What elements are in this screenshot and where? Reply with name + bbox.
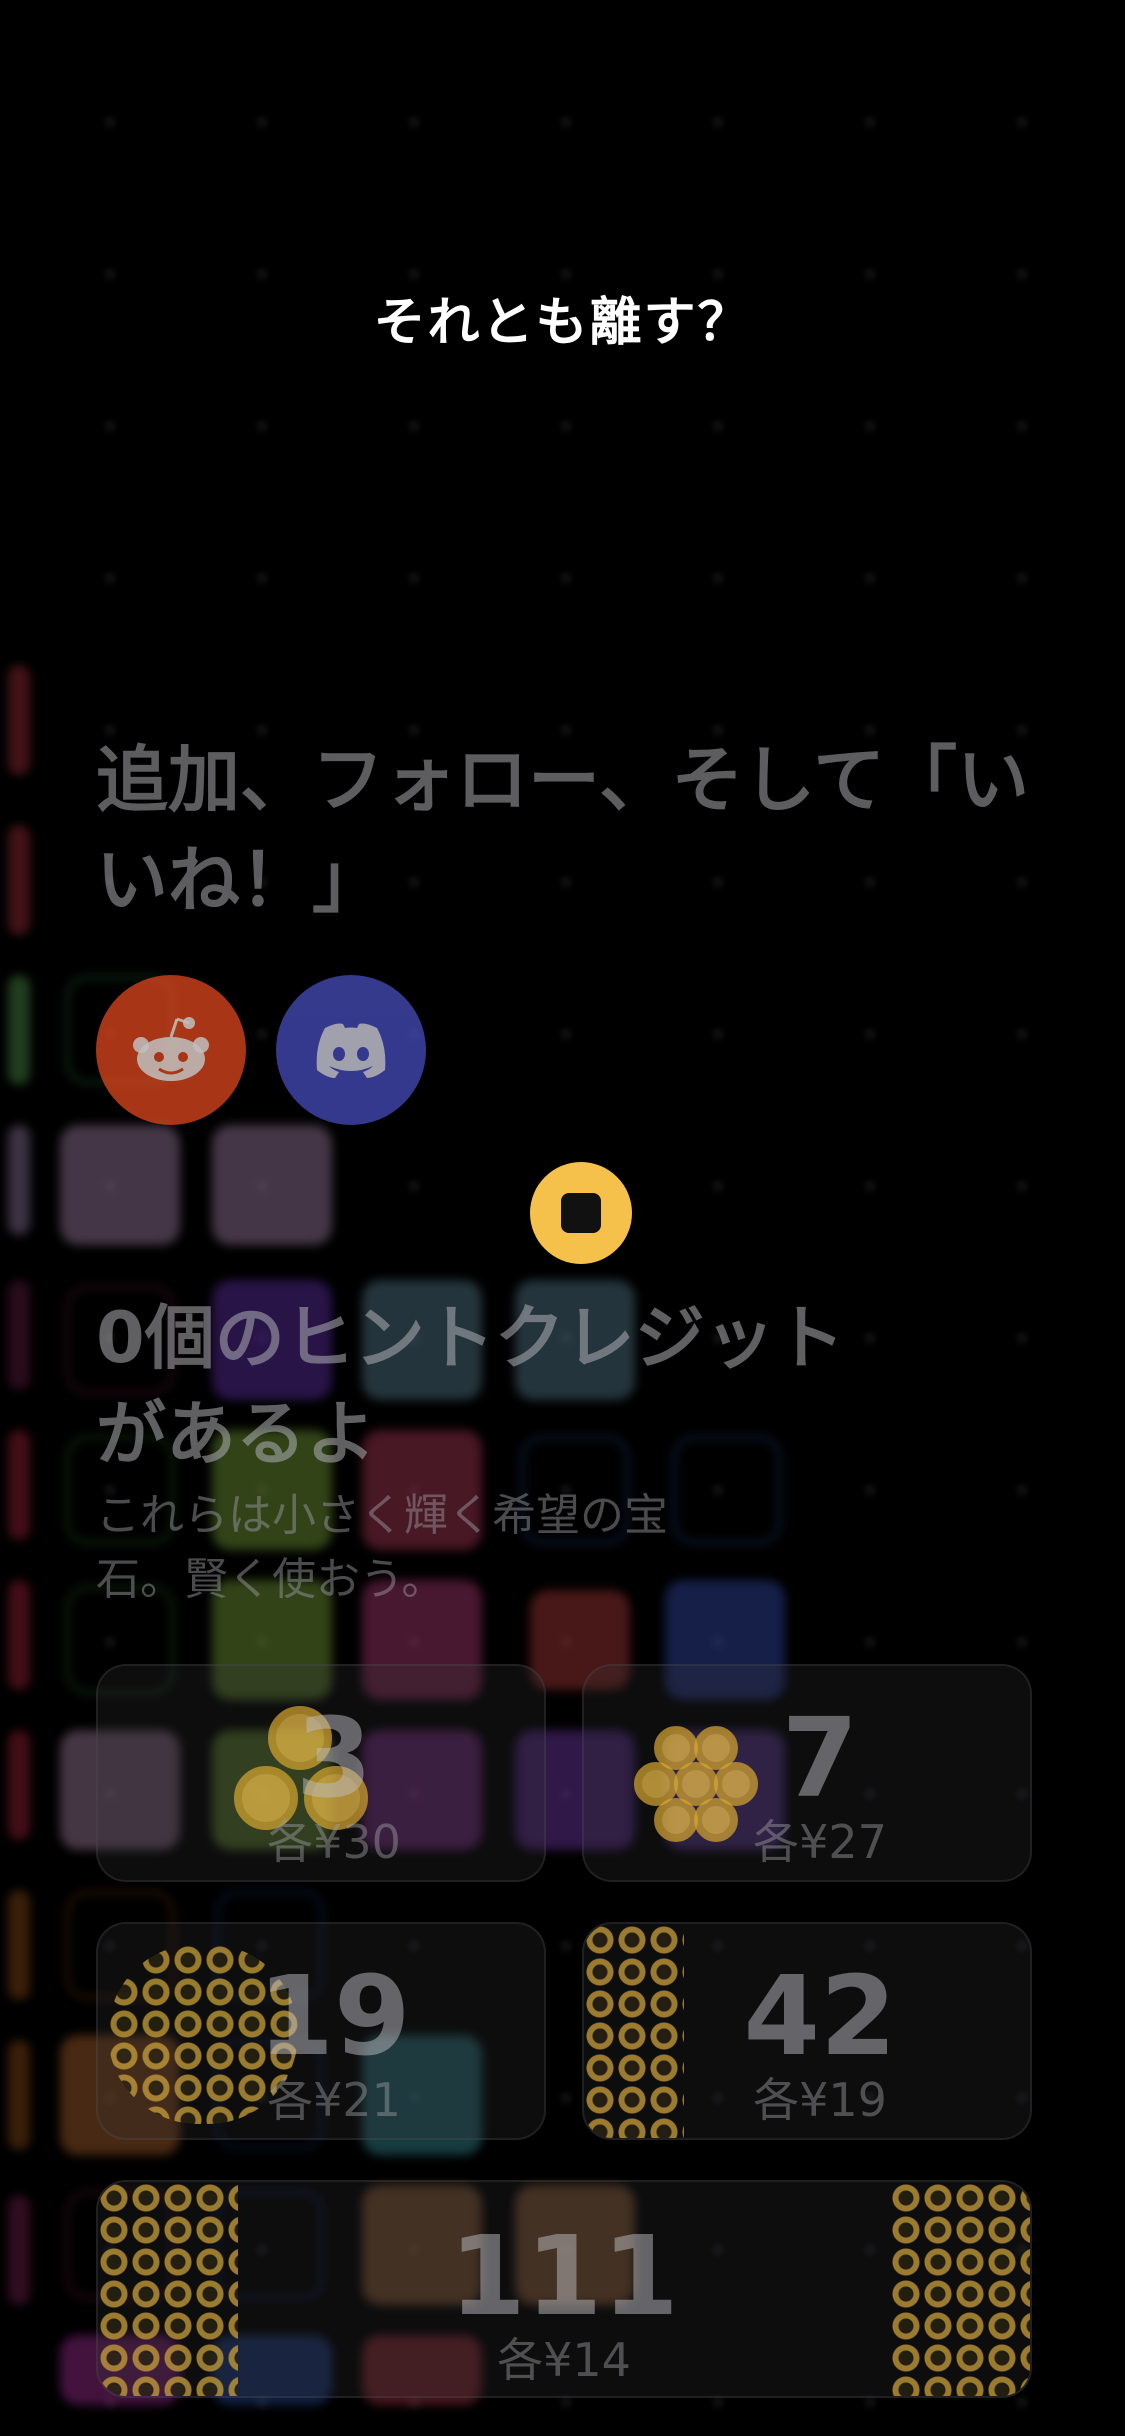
coins-icon [584,1924,684,2138]
discord-icon [316,1023,386,1078]
pack-count: 19 [257,1952,411,2080]
hint-pack-3[interactable]: 3 各¥30 [96,1664,546,1882]
hint-pack-7[interactable]: 7 各¥27 [582,1664,1032,1882]
pack-price: 各¥30 [267,1815,401,1869]
pack-count: 42 [743,1952,897,2080]
hints-description: これらは小さく輝く希望の宝石。賢く使おう。 [96,1490,668,1605]
prompt-title: それとも離す？ [373,293,752,353]
hint-pack-111[interactable]: 111 各¥14 [96,2180,1032,2398]
follow-heading: 追加、フォロー、そして「いいね！」 [96,738,1030,922]
hint-pack-19[interactable]: 19 各¥21 [96,1922,546,2140]
hint-pack-42[interactable]: 42 各¥19 [582,1922,1032,2140]
discord-button[interactable] [276,975,426,1125]
pack-count: 111 [449,2212,679,2340]
pack-price: 各¥21 [267,2073,401,2127]
hints-title: 0個のヒントクレジットがあるよ [96,1297,845,1475]
pack-price: 各¥14 [497,2333,631,2387]
coin-icon [530,1162,632,1264]
pack-count: 3 [295,1694,373,1822]
pack-count: 7 [781,1694,859,1822]
reddit-button[interactable] [96,975,246,1125]
reddit-icon [133,1017,209,1081]
pack-price: 各¥27 [753,1815,887,1869]
pack-price: 各¥19 [753,2073,887,2127]
